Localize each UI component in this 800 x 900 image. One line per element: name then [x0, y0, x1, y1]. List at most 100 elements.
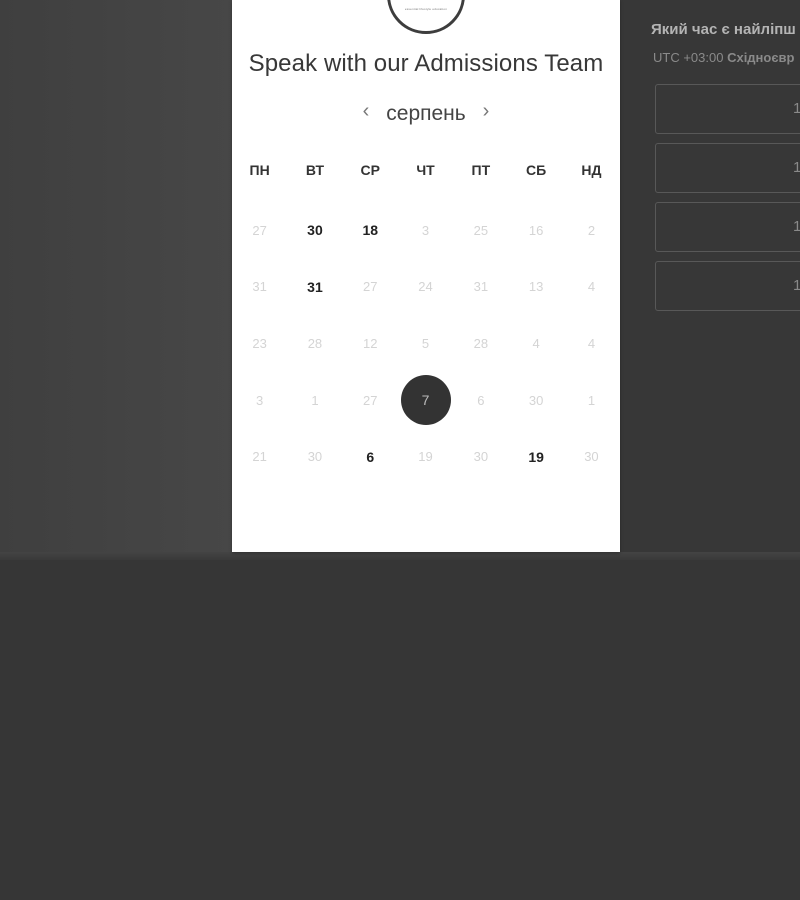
day-number: 13: [528, 279, 544, 295]
day-number: 1: [311, 392, 319, 408]
day-number: 7: [421, 392, 430, 409]
time-slot-list: 1 1 1 1: [655, 84, 800, 320]
day-number: 19: [418, 449, 433, 465]
calendar-day: 12: [343, 315, 398, 372]
calendar-day: 21: [232, 428, 287, 485]
page: essential lifestyle education Speak with…: [0, 0, 800, 900]
day-number: 3: [421, 222, 430, 238]
day-number: 30: [584, 449, 599, 465]
calendar-day-available[interactable]: 6: [343, 428, 398, 485]
day-number: 2: [587, 222, 596, 238]
weekday-label: НД: [581, 162, 602, 178]
time-slot-label: 1: [793, 100, 800, 117]
time-slot-button[interactable]: 1: [655, 84, 800, 134]
weekday-label: СБ: [526, 162, 547, 178]
calendar-day: 30: [453, 428, 508, 485]
calendar-day: 28: [453, 315, 508, 372]
calendar-day: 31: [232, 259, 287, 316]
time-slot-label: 1: [793, 218, 800, 235]
calendar-day: 16: [508, 202, 563, 259]
day-number: 21: [252, 449, 267, 465]
day-number: 28: [473, 335, 489, 351]
day-number: 27: [363, 279, 378, 295]
calendar-day: 30: [287, 428, 342, 485]
timezone-name: Східноєвр: [727, 50, 795, 65]
calendar-day: 5: [398, 315, 453, 372]
day-number: 5: [421, 335, 430, 351]
day-number: 25: [473, 222, 489, 238]
calendar-day: 1: [287, 372, 342, 429]
calendar-day-available[interactable]: 18: [343, 202, 398, 259]
day-number: 23: [252, 335, 267, 351]
day-number: 30: [307, 449, 323, 465]
calendar-day: 24: [398, 259, 453, 316]
day-number: 31: [307, 278, 323, 295]
calendar-day: 13: [508, 259, 563, 316]
calendar-day-available[interactable]: 30: [287, 202, 342, 259]
calendar-day: 30: [508, 372, 563, 429]
day-number: 18: [362, 222, 379, 239]
day-number: 12: [363, 335, 378, 351]
time-slot-label: 1: [793, 159, 800, 176]
calendar-day: 25: [453, 202, 508, 259]
day-number: 4: [587, 279, 596, 295]
weekday-label: ВТ: [305, 162, 325, 178]
day-number: 6: [366, 448, 375, 465]
day-number: 1: [587, 392, 596, 408]
calendar-day-selected[interactable]: 7: [398, 372, 453, 429]
chevron-right-icon[interactable]: ›: [477, 100, 495, 123]
weekday-label: ПН: [249, 162, 270, 178]
timezone-offset: UTC +03:00: [653, 50, 724, 65]
day-number: 30: [528, 392, 544, 408]
calendar-day: 27: [343, 259, 398, 316]
calendar-day: 4: [508, 315, 563, 372]
calendar-day: 28: [287, 315, 342, 372]
time-question-heading: Який час є найліпш: [651, 21, 796, 38]
time-slot-label: 1: [793, 277, 800, 294]
calendar-day: 1: [564, 372, 619, 429]
calendar-day: 23: [232, 315, 287, 372]
day-number: 28: [307, 335, 323, 351]
calendar-day: 2: [564, 202, 619, 259]
weekday-label: ЧТ: [416, 162, 435, 178]
calendar-day: 4: [564, 315, 619, 372]
day-number: 4: [532, 335, 540, 351]
calendar-day: 3: [232, 372, 287, 429]
calendar-day: 31: [453, 259, 508, 316]
calendar-day: 19: [398, 428, 453, 485]
dimmed-backdrop-left: [0, 0, 232, 552]
day-number: 6: [477, 392, 485, 408]
day-number: 19: [528, 448, 544, 465]
weekday-label: ПТ: [471, 162, 491, 178]
day-number: 16: [528, 222, 544, 238]
month-label: серпень: [386, 102, 466, 125]
day-number: 24: [418, 279, 433, 295]
day-number: 4: [587, 335, 596, 351]
day-number: 31: [473, 279, 489, 295]
calendar-grid: 27 30 18 3 25 16 2 31 31 27 24 31 13 4 2…: [232, 202, 620, 485]
day-number: 30: [473, 449, 489, 465]
scheduler-card: essential lifestyle education Speak with…: [232, 0, 620, 552]
day-number: 27: [363, 392, 378, 408]
calendar-day: 4: [564, 259, 619, 316]
calendar-day: 27: [343, 372, 398, 429]
logo-tagline: essential lifestyle education: [404, 7, 448, 11]
time-slot-panel: Який час є найліпш UTC +03:00 Східноєвр …: [620, 0, 800, 552]
calendar-day-available[interactable]: 31: [287, 259, 342, 316]
timezone-selector[interactable]: UTC +03:00 Східноєвр: [653, 50, 794, 65]
scheduler-title: Speak with our Admissions Team: [248, 50, 604, 77]
time-slot-button[interactable]: 1: [655, 202, 800, 252]
time-slot-button[interactable]: 1: [655, 143, 800, 193]
weekday-label: СР: [360, 162, 380, 178]
time-slot-button[interactable]: 1: [655, 261, 800, 311]
day-number: 27: [252, 222, 267, 238]
month-navigation: ‹ серпень ›: [232, 100, 620, 128]
weekday-header: ПН ВТ СР ЧТ ПТ СБ НД: [232, 162, 620, 178]
calendar-day: 6: [453, 372, 508, 429]
calendar-day-available[interactable]: 19: [508, 428, 563, 485]
calendar-day: 27: [232, 202, 287, 259]
day-number: 31: [252, 279, 267, 295]
brand-logo: essential lifestyle education: [387, 0, 465, 34]
calendar-day: 3: [398, 202, 453, 259]
backdrop-divider: [0, 552, 800, 560]
